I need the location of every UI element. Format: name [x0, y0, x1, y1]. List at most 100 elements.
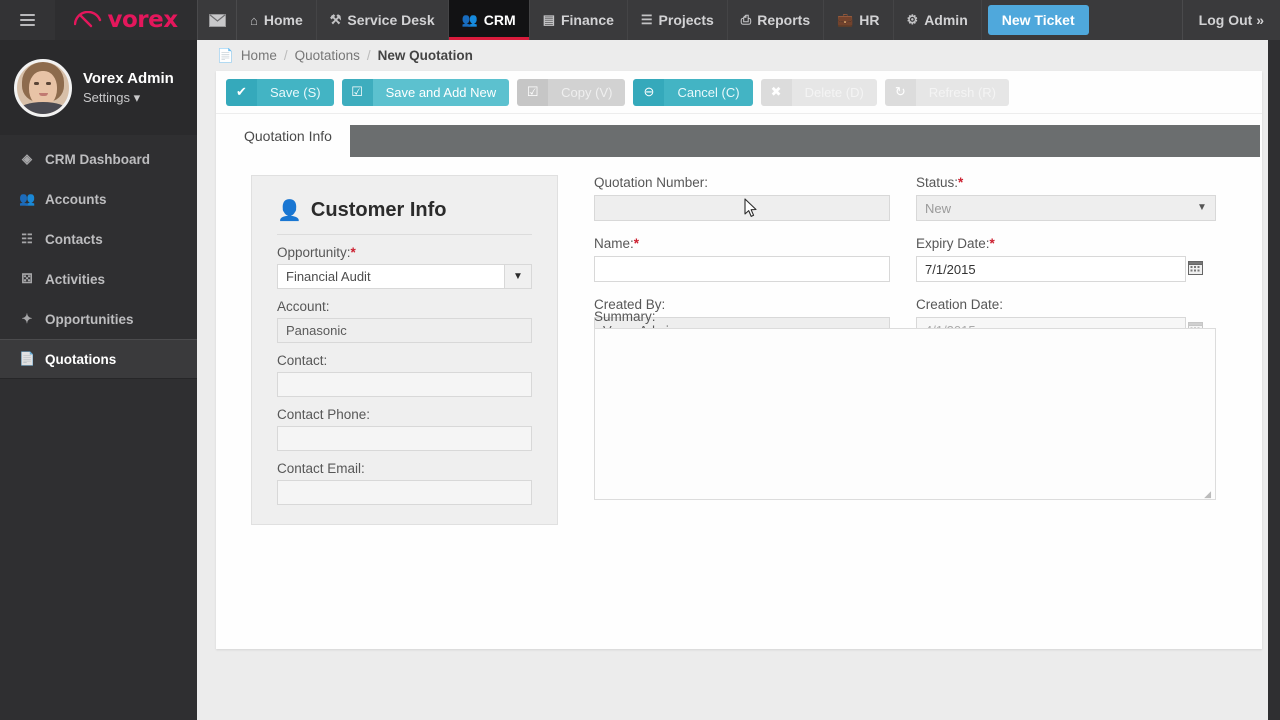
- field-status: Status:* ▼: [916, 175, 1216, 221]
- nav-item-hr[interactable]: 💼 HR: [824, 0, 894, 40]
- caret-down-icon[interactable]: ▼: [1188, 195, 1216, 220]
- required-marker: *: [989, 236, 995, 251]
- person-icon: 👤: [277, 200, 302, 222]
- caret-down-icon[interactable]: ▼: [504, 264, 532, 289]
- nav-item-reports[interactable]: ⎙ Reports: [727, 0, 825, 40]
- hamburger-menu-icon: [20, 11, 35, 29]
- customer-info-title: 👤 Customer Info: [277, 198, 532, 235]
- name-label-text: Name:: [594, 236, 634, 251]
- contact-email-input[interactable]: [277, 480, 532, 505]
- contact-input[interactable]: [277, 372, 532, 397]
- expiry-date-label-text: Expiry Date:: [916, 236, 990, 251]
- cancel-button-label: Cancel (C): [664, 78, 753, 106]
- status-select[interactable]: [916, 195, 1216, 221]
- field-expiry-date: Expiry Date:*: [916, 236, 1216, 282]
- nav-item-label: HR: [859, 12, 880, 28]
- logout-button[interactable]: Log Out »: [1181, 0, 1280, 40]
- hamburger-menu-button[interactable]: [0, 0, 55, 40]
- nav-item-home[interactable]: ⌂ Home: [237, 0, 317, 40]
- summary-textarea[interactable]: [594, 328, 1216, 500]
- name-input[interactable]: [594, 256, 890, 282]
- delete-button: ✖ Delete (D): [760, 78, 877, 106]
- expiry-date-input[interactable]: [916, 256, 1186, 282]
- opportunities-wand-icon: ✦: [21, 311, 33, 326]
- tab-strip-filler: [349, 125, 1260, 157]
- opportunity-select-wrap: ▼: [277, 264, 532, 289]
- sidebar-item-contacts[interactable]: ☷ Contacts: [0, 219, 197, 259]
- new-ticket-button[interactable]: New Ticket: [987, 5, 1089, 35]
- activities-icon: ⚄: [21, 271, 33, 286]
- sidebar-user-name: Vorex Admin: [83, 69, 174, 87]
- required-marker: *: [633, 236, 640, 251]
- crm-people-icon: 👥: [461, 12, 478, 27]
- quotations-document-icon: 📄: [19, 351, 36, 366]
- nav-item-label: Admin: [924, 12, 968, 28]
- sidebar-item-accounts[interactable]: 👥 Accounts: [0, 179, 197, 219]
- account-label: Account:: [277, 299, 330, 314]
- nav-item-label: Finance: [560, 12, 614, 28]
- action-toolbar: ✔ Save (S) ☑ Save and Add New ☑ Copy (V)…: [216, 71, 1262, 114]
- document-home-icon: 📄: [217, 47, 234, 63]
- save-and-add-new-label: Save and Add New: [372, 78, 510, 106]
- contact-email-label: Contact Email:: [277, 461, 365, 476]
- top-navigation-bar: vorex ⌂ Home ⚒ Service Desk 👥 CRM ▤ Fina…: [0, 0, 1280, 40]
- quotation-number-label: Quotation Number:: [594, 175, 709, 190]
- opportunity-select[interactable]: [277, 264, 532, 289]
- sidebar-item-opportunities[interactable]: ✦ Opportunities: [0, 299, 197, 339]
- nav-item-projects[interactable]: ☰ Projects: [627, 0, 728, 40]
- required-marker: *: [958, 175, 964, 190]
- right-edge-strip: [1268, 40, 1280, 720]
- copy-button[interactable]: ☑ Copy (V): [517, 78, 626, 106]
- field-contact-phone: Contact Phone:: [277, 407, 532, 451]
- cancel-button[interactable]: ⊖ Cancel (C): [633, 78, 753, 106]
- nav-item-crm[interactable]: 👥 CRM: [448, 0, 530, 40]
- contacts-icon: ☷: [21, 231, 33, 246]
- accounts-group-icon: 👥: [19, 191, 36, 206]
- calendar-icon[interactable]: [1186, 256, 1204, 278]
- nav-item-admin[interactable]: ⚙ Admin: [893, 0, 982, 40]
- name-label: Name:*: [594, 236, 890, 251]
- nav-item-finance[interactable]: ▤ Finance: [529, 0, 628, 40]
- breadcrumb: 📄 Home / Quotations / New Quotation: [197, 40, 1280, 71]
- breadcrumb-home[interactable]: Home: [241, 48, 277, 63]
- sidebar-item-activities[interactable]: ⚄ Activities: [0, 259, 197, 299]
- quotation-number-input[interactable]: [594, 195, 890, 221]
- contact-phone-label: Contact Phone:: [277, 407, 371, 422]
- sidebar-item-label: Quotations: [45, 351, 117, 367]
- home-icon: ⌂: [250, 12, 258, 28]
- expiry-date-label: Expiry Date:*: [916, 236, 1216, 251]
- sidebar-item-crm-dashboard[interactable]: ◈ CRM Dashboard: [0, 139, 197, 179]
- account-input[interactable]: [277, 318, 532, 343]
- expiry-date-wrap: [916, 256, 1216, 282]
- contact-label: Contact:: [277, 353, 328, 368]
- tab-strip: Quotation Info: [216, 114, 1262, 157]
- breadcrumb-separator: /: [366, 48, 371, 63]
- reports-printer-icon: ⎙: [740, 12, 752, 27]
- refresh-arrows-icon: ↻: [884, 78, 916, 106]
- nav-item-label: Home: [263, 12, 303, 28]
- customer-info-card: 👤 Customer Info Opportunity:* ▼ Account:: [251, 175, 558, 525]
- contact-phone-input[interactable]: [277, 426, 532, 451]
- sidebar-item-quotations[interactable]: 📄 Quotations: [0, 339, 197, 379]
- customer-info-title-text: Customer Info: [310, 199, 447, 221]
- sidebar: Vorex Admin Settings ▾ ◈ CRM Dashboard 👥…: [0, 40, 197, 720]
- copy-button-label: Copy (V): [548, 78, 626, 106]
- nav-item-service-desk[interactable]: ⚒ Service Desk: [316, 0, 449, 40]
- breadcrumb-quotations[interactable]: Quotations: [295, 48, 360, 63]
- save-and-add-new-button[interactable]: ☑ Save and Add New: [341, 78, 510, 106]
- projects-icon: ☰: [640, 12, 653, 27]
- save-button-label: Save (S): [257, 78, 334, 106]
- breadcrumb-separator: /: [283, 48, 288, 63]
- nav-item-label: CRM: [483, 12, 516, 28]
- summary-label: Summary:: [594, 309, 656, 324]
- save-button[interactable]: ✔ Save (S): [226, 78, 334, 106]
- refresh-button-label: Refresh (R): [915, 78, 1010, 106]
- tab-quotation-info[interactable]: Quotation Info: [226, 114, 350, 157]
- sidebar-settings-link[interactable]: Settings ▾: [83, 90, 174, 106]
- vorex-logo[interactable]: vorex: [55, 0, 197, 40]
- status-label-text: Status:: [916, 175, 959, 190]
- caret-down-icon: ▾: [133, 89, 141, 105]
- main-content-area: 📄 Home / Quotations / New Quotation ✔ Sa…: [197, 40, 1280, 720]
- envelope-icon[interactable]: [197, 0, 237, 40]
- user-avatar-photo[interactable]: [14, 58, 72, 117]
